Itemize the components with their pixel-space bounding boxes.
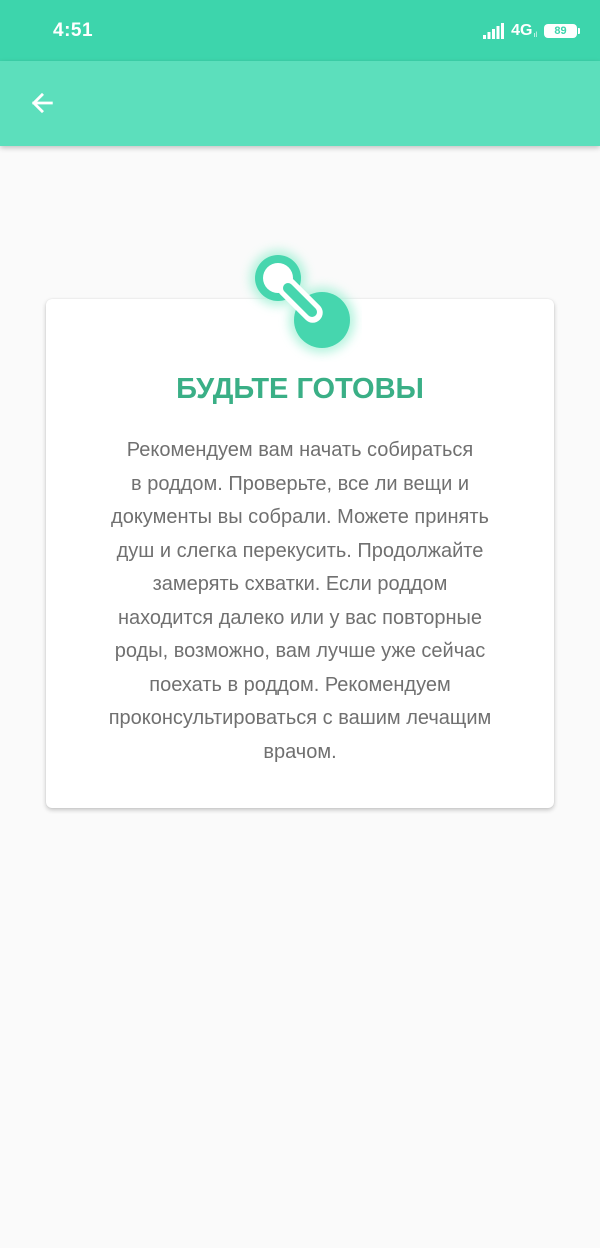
status-indicators: 4G ıl 89: [483, 20, 580, 42]
battery-icon: 89: [544, 24, 580, 38]
signal-icon: [483, 23, 505, 39]
pacifier-icon-container: [238, 238, 362, 362]
back-button[interactable]: [20, 81, 64, 125]
status-time: 4:51: [53, 20, 94, 41]
status-bar: 4:51 4G ıl 89: [0, 0, 600, 61]
card-body-text: Рекомендуем вам начать собираться в родд…: [108, 439, 492, 763]
info-card: БУДЬТЕ ГОТОВЫ Рекомендуем вам начать соб…: [46, 299, 554, 808]
network-type: 4G: [511, 22, 533, 39]
battery-level: 89: [544, 24, 577, 38]
app-bar: [0, 61, 600, 146]
card-title: БУДЬТЕ ГОТОВЫ: [176, 373, 424, 405]
arrow-left-icon: [31, 92, 53, 114]
pacifier-icon: [250, 250, 355, 353]
network-activity: ıl: [533, 31, 538, 39]
battery-tip: [578, 28, 580, 34]
